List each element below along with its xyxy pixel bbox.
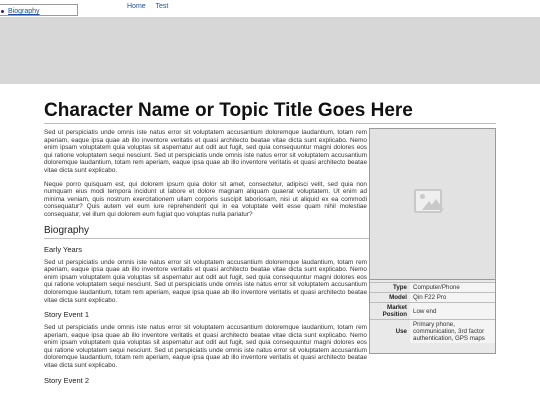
infobox-row-type: Type Computer/Phone xyxy=(370,282,495,293)
page-title: Character Name or Topic Title Goes Here xyxy=(44,100,413,121)
intro-paragraph: Sed ut perspiciatis unde omnis iste natu… xyxy=(44,129,367,174)
header-banner xyxy=(0,17,540,84)
article-content: Sed ut perspiciatis unde omnis iste natu… xyxy=(44,129,496,390)
subsection-heading-story-event-1: Story Event 1 xyxy=(44,310,90,320)
infobox-key: Type xyxy=(370,282,410,293)
infobox-image xyxy=(370,129,495,280)
table-of-contents: Biography xyxy=(0,4,78,16)
toc-bullet-icon xyxy=(1,10,4,13)
title-divider xyxy=(44,123,496,124)
early-years-paragraph: Sed ut perspiciatis unde omnis iste natu… xyxy=(44,258,367,304)
intro-paragraph: Neque porro quisquam est, qui dolorem ip… xyxy=(44,180,367,218)
nav-link-test[interactable]: Test xyxy=(156,3,169,10)
top-navigation: Home Test xyxy=(127,3,176,10)
image-placeholder-icon xyxy=(414,189,444,213)
infobox-key: Model xyxy=(370,292,410,303)
top-bar: Biography Home Test xyxy=(0,0,540,17)
infobox-value: Computer/Phone xyxy=(410,282,495,293)
subsection-heading-early-years: Early Years xyxy=(44,244,82,254)
infobox-row-market-position: Market Position Low end xyxy=(370,302,495,320)
infobox-value: Qin F22 Pro xyxy=(410,292,495,303)
infobox-row-use: Use Primary phone, communication, 3rd fa… xyxy=(370,319,495,343)
infobox-value: Low end xyxy=(410,302,495,320)
story-event-1-paragraph: Sed ut perspiciatis unde omnis iste natu… xyxy=(44,324,367,370)
toc-link-biography[interactable]: Biography xyxy=(8,8,40,15)
infobox-row-model: Model Qin F22 Pro xyxy=(370,292,495,303)
infobox: Type Computer/Phone Model Qin F22 Pro Ma… xyxy=(369,128,496,354)
infobox-key: Use xyxy=(370,319,410,343)
subsection-heading-story-event-2: Story Event 2 xyxy=(44,375,90,385)
nav-link-home[interactable]: Home xyxy=(127,3,146,10)
infobox-key: Market Position xyxy=(370,302,410,320)
infobox-table: Type Computer/Phone Model Qin F22 Pro Ma… xyxy=(370,282,495,343)
infobox-value: Primary phone, communication, 3rd factor… xyxy=(410,319,495,343)
